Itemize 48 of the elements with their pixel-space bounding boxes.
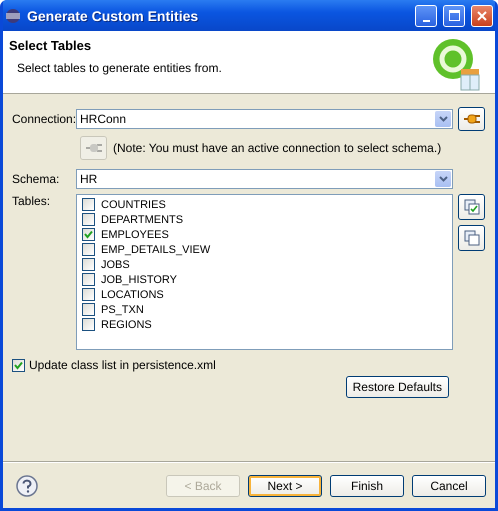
table-name: REGIONS bbox=[101, 318, 152, 330]
table-name: PS_TXN bbox=[101, 304, 144, 316]
table-name: EMPLOYEES bbox=[101, 228, 169, 240]
schema-dropdown[interactable]: HR bbox=[76, 169, 453, 189]
window-title: Generate Custom Entities bbox=[27, 8, 200, 24]
table-name: JOB_HISTORY bbox=[101, 274, 178, 286]
add-connection-button[interactable] bbox=[458, 107, 485, 131]
checkbox[interactable] bbox=[82, 243, 95, 256]
table-name: LOCATIONS bbox=[101, 288, 164, 300]
plug-icon bbox=[84, 141, 102, 155]
checkbox[interactable] bbox=[82, 288, 95, 301]
help-icon[interactable] bbox=[16, 474, 38, 496]
close-icon bbox=[477, 10, 487, 20]
checkbox[interactable] bbox=[82, 198, 95, 211]
checkbox[interactable] bbox=[82, 273, 95, 286]
wizard-button[interactable]: Next > bbox=[248, 474, 322, 496]
deselect-all-button[interactable] bbox=[458, 225, 485, 251]
checkbox[interactable] bbox=[82, 228, 95, 241]
checkbox[interactable] bbox=[82, 258, 95, 271]
table-name: EMP_DETAILS_VIEW bbox=[101, 244, 210, 256]
restore-defaults-button[interactable]: Restore Defaults bbox=[346, 376, 449, 398]
update-class-list-label: Update class list in persistence.xml bbox=[29, 358, 216, 372]
table-name: DEPARTMENTS bbox=[101, 214, 184, 226]
close-button[interactable] bbox=[471, 4, 493, 26]
page-title: Select Tables bbox=[9, 38, 92, 53]
eclipse-logo-icon bbox=[5, 8, 21, 24]
checkbox[interactable] bbox=[82, 213, 95, 226]
checkbox[interactable] bbox=[82, 318, 95, 331]
page-description: Select tables to generate entities from. bbox=[16, 61, 223, 75]
schema-label: Schema: bbox=[12, 172, 60, 186]
tables-label: Tables: bbox=[12, 194, 52, 208]
checkbox[interactable] bbox=[82, 303, 95, 316]
table-name: COUNTRIES bbox=[101, 198, 166, 210]
maximize-button[interactable] bbox=[443, 4, 465, 26]
wizard-button[interactable]: Cancel bbox=[412, 474, 486, 496]
checkbox[interactable] bbox=[12, 358, 25, 372]
connection-dropdown[interactable]: HRConn bbox=[76, 109, 453, 129]
maximize-icon bbox=[448, 10, 460, 21]
minimize-icon bbox=[422, 20, 430, 22]
check-pages-icon bbox=[464, 199, 480, 215]
minimize-button[interactable] bbox=[415, 4, 437, 26]
select-all-button[interactable] bbox=[458, 194, 485, 220]
table-name: JOBS bbox=[101, 258, 130, 270]
wizard-button[interactable]: Finish bbox=[330, 474, 404, 496]
connection-label: Connection: bbox=[12, 112, 76, 126]
plug-icon bbox=[462, 112, 480, 126]
pages-icon bbox=[464, 230, 480, 246]
note-text: (Note: You must have an active connection to select schema.) bbox=[113, 141, 442, 155]
